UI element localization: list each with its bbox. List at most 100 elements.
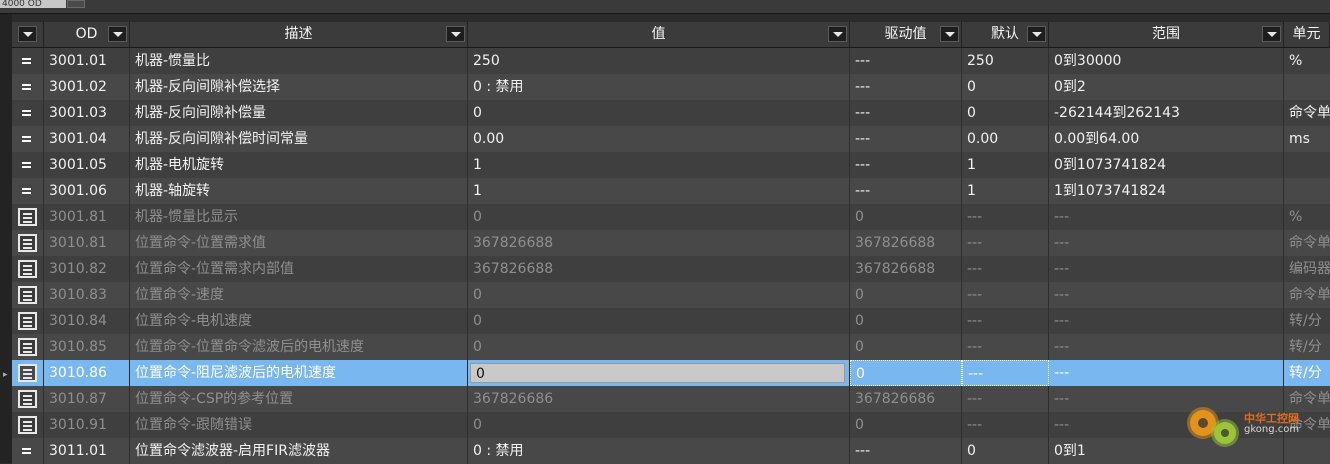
range-filter-dropdown-icon[interactable] bbox=[1262, 26, 1281, 42]
range-cell: 0.00到64.00 bbox=[1049, 126, 1284, 152]
unit-cell: 命令单 bbox=[1289, 235, 1330, 251]
header-desc[interactable]: 描述 bbox=[130, 22, 468, 47]
desc-cell: 位置命令-CSP的参考位置 bbox=[130, 386, 468, 412]
range-cell: --- bbox=[1049, 230, 1284, 256]
table-row[interactable]: 3010.87 位置命令-CSP的参考位置 367826686 36782668… bbox=[12, 386, 1330, 412]
header-od-label: OD bbox=[75, 26, 98, 42]
range-cell: --- bbox=[1049, 334, 1284, 360]
table-row[interactable]: 3010.85 位置命令-位置命令滤波后的电机速度 0 0 --- --- 转/… bbox=[12, 334, 1330, 360]
unit-cell: % bbox=[1289, 209, 1303, 225]
value-cell[interactable]: 0 bbox=[468, 100, 850, 126]
od-cell: 3001.01 bbox=[44, 48, 130, 74]
row-icon-cell bbox=[12, 308, 44, 334]
od-cell: 3010.87 bbox=[44, 386, 130, 412]
range-cell: 0到1073741824 bbox=[1049, 152, 1284, 178]
value-cell[interactable]: 1 bbox=[468, 152, 850, 178]
default-filter-dropdown-icon[interactable] bbox=[1027, 26, 1046, 42]
value-cell[interactable]: 1 bbox=[468, 178, 850, 204]
table-row[interactable]: 3010.82 位置命令-位置需求内部值 367826688 367826688… bbox=[12, 256, 1330, 282]
row-icon-cell bbox=[12, 126, 44, 152]
header-unit[interactable]: 单元 bbox=[1284, 22, 1330, 47]
desc-cell: 机器-轴旋转 bbox=[130, 178, 468, 204]
drive-cell: 0 bbox=[850, 204, 962, 230]
row-icon-cell bbox=[12, 386, 44, 412]
drive-cell: --- bbox=[850, 48, 962, 74]
gear-icon bbox=[1190, 410, 1216, 436]
table-row[interactable]: 3001.05 机器-电机旋转 1 --- 1 0到1073741824 bbox=[12, 152, 1330, 178]
default-cell: 1 bbox=[962, 152, 1049, 178]
header-default[interactable]: 默认 bbox=[962, 22, 1049, 47]
unit-cell: 命令单 bbox=[1289, 287, 1330, 303]
row-icon-cell bbox=[12, 438, 44, 464]
editable-param-icon bbox=[21, 185, 34, 197]
table-header: OD 描述 值 驱动值 默认 范围 单元 bbox=[12, 22, 1330, 48]
drive-cell: --- bbox=[850, 126, 962, 152]
default-cell: --- bbox=[962, 334, 1049, 360]
value-edit-field[interactable]: 0 bbox=[470, 363, 845, 383]
unit-cell bbox=[1284, 152, 1330, 178]
table-row[interactable]: 3010.81 位置命令-位置需求值 367826688 367826688 -… bbox=[12, 230, 1330, 256]
table-row[interactable]: 3001.04 机器-反向间隙补偿时间常量 0.00 --- 0.00 0.00… bbox=[12, 126, 1330, 152]
range-cell: --- bbox=[1049, 308, 1284, 334]
value-cell[interactable]: 0 : 禁用 bbox=[468, 438, 850, 464]
editable-param-icon bbox=[21, 133, 34, 145]
header-default-label: 默认 bbox=[991, 26, 1019, 42]
desc-cell: 机器-电机旋转 bbox=[130, 152, 468, 178]
od-filter-dropdown-icon[interactable] bbox=[108, 26, 127, 42]
header-range[interactable]: 范围 bbox=[1049, 22, 1284, 47]
value-cell[interactable]: 0 bbox=[468, 360, 850, 386]
top-tab[interactable]: 4000 OD bbox=[0, 0, 66, 8]
desc-cell: 位置命令-电机速度 bbox=[130, 308, 468, 334]
table-row[interactable]: 3011.01 位置命令滤波器-启用FIR滤波器 0 : 禁用 --- 0 0到… bbox=[12, 438, 1330, 464]
table-row[interactable]: 3001.02 机器-反向间隙补偿选择 0 : 禁用 --- 0 0到2 bbox=[12, 74, 1330, 100]
value-cell: 367826688 bbox=[468, 256, 850, 282]
od-cell: 3001.04 bbox=[44, 126, 130, 152]
desc-cell: 位置命令滤波器-启用FIR滤波器 bbox=[130, 438, 468, 464]
read-only-param-icon bbox=[18, 338, 37, 356]
drive-cell: --- bbox=[850, 178, 962, 204]
table-row-selected[interactable]: 3010.86 位置命令-阻尼滤波后的电机速度 0 0 --- --- 转/分 bbox=[12, 360, 1330, 386]
header-icon-col bbox=[12, 22, 44, 47]
value-cell: 0 bbox=[468, 334, 850, 360]
table-row[interactable]: 3010.84 位置命令-电机速度 0 0 --- --- 转/分 bbox=[12, 308, 1330, 334]
range-cell: --- bbox=[1049, 282, 1284, 308]
value-cell[interactable]: 0 : 禁用 bbox=[468, 74, 850, 100]
desc-filter-dropdown-icon[interactable] bbox=[446, 26, 465, 42]
header-drive[interactable]: 驱动值 bbox=[850, 22, 962, 47]
header-value[interactable]: 值 bbox=[468, 22, 850, 47]
value-filter-dropdown-icon[interactable] bbox=[828, 26, 847, 42]
od-cell: 3001.81 bbox=[44, 204, 130, 230]
top-add-button[interactable] bbox=[67, 0, 85, 8]
editable-param-icon bbox=[21, 159, 34, 171]
value-cell[interactable]: 250 bbox=[468, 48, 850, 74]
read-only-param-icon bbox=[18, 390, 37, 408]
drive-cell: 0 bbox=[850, 308, 962, 334]
drive-filter-dropdown-icon[interactable] bbox=[940, 26, 959, 42]
table-row[interactable]: 3001.01 机器-惯量比 250 --- 250 0到30000 % bbox=[12, 48, 1330, 74]
editable-param-icon bbox=[21, 55, 34, 67]
table-row[interactable]: 3010.83 位置命令-速度 0 0 --- --- 命令单 bbox=[12, 282, 1330, 308]
table-row[interactable]: 3010.91 位置命令-跟随错误 0 0 --- --- 命令单 bbox=[12, 412, 1330, 438]
value-cell[interactable]: 0.00 bbox=[468, 126, 850, 152]
drive-cell: --- bbox=[850, 152, 962, 178]
default-cell: 0 bbox=[962, 74, 1049, 100]
table-row[interactable]: 3001.81 机器-惯量比显示 0 0 --- --- % bbox=[12, 204, 1330, 230]
table-row[interactable]: 3001.03 机器-反向间隙补偿量 0 --- 0 -262144到26214… bbox=[12, 100, 1330, 126]
header-od[interactable]: OD bbox=[44, 22, 130, 47]
unit-cell: % bbox=[1289, 53, 1303, 69]
drive-cell: --- bbox=[850, 100, 962, 126]
range-cell: --- bbox=[1049, 360, 1284, 386]
desc-cell: 位置命令-位置需求值 bbox=[130, 230, 468, 256]
watermark-logo: 中华工控网 gkong.com bbox=[1190, 404, 1320, 454]
drive-cell: 0 bbox=[850, 282, 962, 308]
range-cell: 0到30000 bbox=[1049, 48, 1284, 74]
header-range-label: 范围 bbox=[1152, 26, 1180, 42]
value-cell: 0 bbox=[468, 412, 850, 438]
table-row[interactable]: 3001.06 机器-轴旋转 1 --- 1 1到1073741824 bbox=[12, 178, 1330, 204]
drive-cell: --- bbox=[850, 438, 962, 464]
unit-cell: 转/分 bbox=[1289, 339, 1322, 355]
filter-dropdown-icon[interactable] bbox=[18, 26, 37, 42]
header-unit-label: 单元 bbox=[1292, 26, 1321, 42]
default-cell: 1 bbox=[962, 178, 1049, 204]
drive-cell: 367826686 bbox=[850, 386, 962, 412]
